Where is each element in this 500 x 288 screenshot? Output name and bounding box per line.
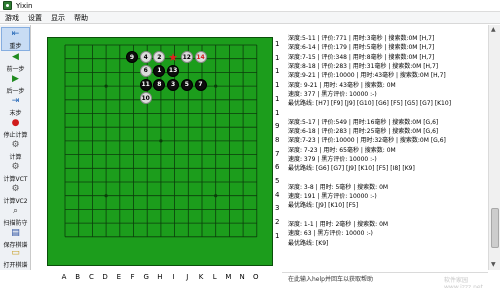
- log-line: 深度:7-23 | 评价:10000 | 用时:32毫秒 | 搜索数:0M [G…: [288, 137, 446, 145]
- stone-black: 5: [180, 78, 193, 91]
- scan-defense-label: 扫描防守: [3, 220, 28, 227]
- stone-black: 11: [139, 78, 152, 91]
- column-label: M: [225, 273, 232, 281]
- column-label: J: [186, 273, 189, 281]
- log-line: 最优路线: [G6] [G7] [J9] [K10] [F5] [I8] [K9…: [288, 165, 415, 173]
- open-icon: ▭: [11, 248, 20, 258]
- suggested-move-marker: ★: [168, 50, 178, 64]
- vct-icon: ⚙: [11, 162, 20, 172]
- scan-defense-icon: ⌕: [12, 206, 19, 216]
- stop-label: 停止计算: [3, 132, 28, 139]
- next-label: 后一步: [6, 88, 25, 95]
- scan-defense-button[interactable]: ⌕ 扫描防守: [1, 205, 30, 229]
- title-bar: Yixin: [0, 0, 500, 12]
- log-line: 深度: 3-8 | 用时: 5毫秒 | 搜索数: 0M: [288, 183, 389, 191]
- menu-game[interactable]: 游戏: [5, 13, 19, 23]
- log-line: 深度:6-14 | 评价:179 | 用时:5毫秒 | 搜索数:0M [H,7]: [288, 44, 435, 52]
- compute-label: 计算: [9, 154, 22, 161]
- stone-white: 10: [139, 92, 152, 105]
- next-icon: ▶: [12, 74, 19, 84]
- menu-view[interactable]: 显示: [51, 13, 65, 23]
- stone-white: 14: [194, 51, 207, 64]
- log-line: 深度:6-18 | 评价:283 | 用时:25毫秒 | 搜索数:0M [G,6…: [288, 128, 439, 135]
- scroll-down-icon[interactable]: ▼: [491, 261, 496, 268]
- vc2-label: 计算VC2: [3, 198, 28, 205]
- menu-bar: 游戏 设置 显示 帮助: [0, 12, 500, 24]
- column-label: C: [88, 273, 94, 281]
- log-line: 速度: 379 | 黑方评价: 10000 :-): [288, 155, 377, 163]
- log-line: 最优路线: [K9]: [288, 239, 329, 247]
- undo-all-label: 重步: [9, 43, 22, 50]
- command-hint: 在此输入help并回车以获取帮助: [288, 276, 373, 283]
- stone-white: 6: [139, 64, 152, 77]
- log-line: 深度:9-21 | 评价:10000 | 用时:43毫秒 | 搜索数:0M [H…: [288, 72, 446, 80]
- app-icon: [3, 1, 12, 10]
- star-point: [104, 84, 108, 88]
- next-move-button[interactable]: ▶ 后一步: [1, 73, 30, 97]
- vct-label: 计算VCT: [3, 176, 28, 183]
- stone-black: 13: [167, 64, 180, 77]
- stone-white: 12: [180, 51, 193, 64]
- menu-help[interactable]: 帮助: [74, 13, 88, 23]
- column-label: H: [157, 273, 163, 281]
- undo-all-button[interactable]: ⇤ 重步: [1, 27, 30, 51]
- undo-all-icon: ⇤: [11, 29, 20, 39]
- column-label: L: [212, 273, 217, 281]
- last-move-button[interactable]: ⇥ 末步: [1, 95, 30, 119]
- last-icon: ⇥: [11, 96, 20, 106]
- log-line: 深度: 9-21 | 用时: 43毫秒 | 搜索数: 0M: [288, 81, 396, 89]
- compute-icon: ⚙: [11, 140, 20, 150]
- log-line: 速度: 63 | 黑方评价: 10000 :-): [288, 230, 373, 238]
- column-label: F: [130, 273, 135, 281]
- column-label: K: [198, 273, 204, 281]
- prev-move-button[interactable]: ◀ 前一步: [1, 51, 30, 75]
- open-record-button[interactable]: ▭ 打开棋谱: [1, 247, 30, 271]
- compute-button[interactable]: ⚙ 计算: [1, 139, 30, 163]
- column-label: D: [102, 273, 108, 281]
- log-line: 深度:7-15 | 评价:348 | 用时:8毫秒 | 搜索数:0M [H,7]: [288, 53, 435, 61]
- log-line: 深度:8-18 | 评价:283 | 用时:31毫秒 | 搜索数:0M [H,7…: [288, 62, 439, 70]
- stone-black: 8: [153, 78, 166, 91]
- log-line: 速度: 191 | 黑方评价: 10000 :-): [288, 193, 377, 201]
- stone-black: 7: [194, 78, 207, 91]
- column-label: G: [143, 273, 149, 281]
- compute-vc2-button[interactable]: ⚙ 计算VC2: [1, 183, 30, 207]
- compute-vct-button[interactable]: ⚙ 计算VCT: [1, 161, 30, 185]
- column-label: I: [172, 273, 175, 281]
- log-line: 深度:5-17 | 评价:549 | 用时:16毫秒 | 搜索数:0M [G,6…: [288, 118, 439, 126]
- log-line: 深度:5-11 | 评价:771 | 用时:3毫秒 | 搜索数:0M [H,7]: [288, 35, 435, 42]
- stop-compute-button[interactable]: ● 停止计算: [1, 117, 30, 141]
- column-label: N: [239, 273, 245, 281]
- log-line: 深度: 1-1 | 用时: 2毫秒 | 搜索数: 0M: [288, 221, 389, 228]
- scroll-thumb[interactable]: [491, 208, 499, 248]
- column-label: E: [116, 273, 122, 281]
- prev-icon: ◀: [12, 52, 19, 62]
- log-line: 最优路线: [J9] [K10] [F5]: [288, 202, 359, 210]
- left-toolbar: ⇤ 重步 ◀ 前一步 ▶ 后一步 ⇥ 末步 ● 停止计算 ⚙ 计算 ⚙ 计算VC…: [0, 25, 31, 270]
- log-line: 速度: 377 | 黑方评价: 10000 :-): [288, 90, 377, 98]
- column-label: B: [75, 273, 81, 281]
- watermark: 软件家园 www.jzzz.net: [444, 277, 483, 288]
- prev-label: 前一步: [6, 66, 25, 73]
- analysis-log: 深度:5-11 | 评价:771 | 用时:3毫秒 | 搜索数:0M [H,7]…: [280, 25, 490, 270]
- star-point: [104, 194, 108, 198]
- save-icon: ▤: [11, 228, 20, 238]
- log-scrollbar[interactable]: ▲ ▼: [488, 25, 500, 270]
- scroll-up-icon[interactable]: ▲: [491, 26, 496, 33]
- last-label: 末步: [9, 110, 22, 117]
- stone-white: 4: [139, 51, 152, 64]
- window-title: Yixin: [16, 1, 33, 10]
- star-point: [214, 84, 218, 88]
- column-label: O: [253, 273, 259, 281]
- column-label: A: [61, 273, 67, 281]
- vc2-icon: ⚙: [11, 184, 20, 194]
- stone-black: 3: [167, 78, 180, 91]
- log-line: 深度: 7-23 | 用时: 65毫秒 | 搜索数: 0M: [288, 146, 396, 154]
- menu-settings[interactable]: 设置: [28, 13, 42, 23]
- log-line: 最优路线: [H7] [F9] [J9] [G10] [G6] [F5] [G5…: [288, 100, 452, 108]
- open-label: 打开棋谱: [3, 262, 28, 269]
- star-point: [159, 139, 163, 143]
- stop-icon: ●: [11, 118, 20, 128]
- star-point: [214, 194, 218, 198]
